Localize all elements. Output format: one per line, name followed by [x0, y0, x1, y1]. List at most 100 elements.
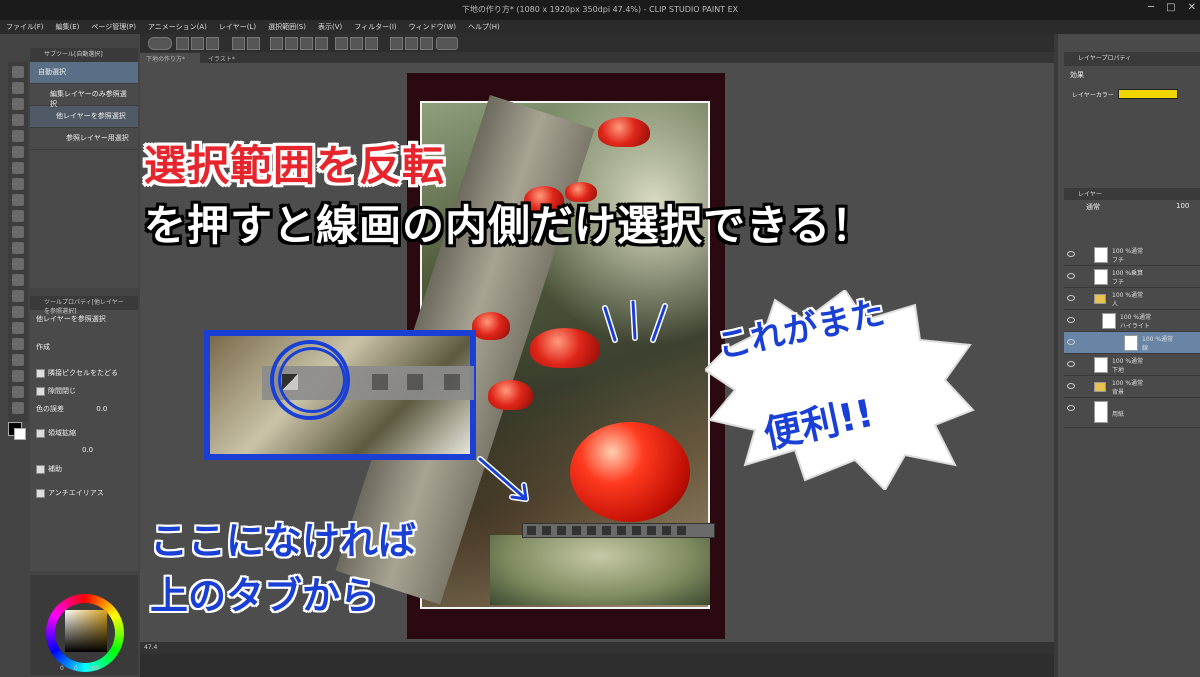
close-button[interactable]: ✕ — [1188, 2, 1196, 13]
menu-edit[interactable]: 編集(E) — [50, 20, 86, 34]
brush-tool-icon[interactable] — [12, 210, 24, 222]
crop-icon[interactable] — [315, 37, 328, 50]
layer-row[interactable]: 100 %通常 下地 — [1064, 354, 1200, 376]
blend-tool-icon[interactable] — [12, 274, 24, 286]
hand-tool-icon[interactable] — [12, 82, 24, 94]
gradient-tool-icon[interactable] — [12, 322, 24, 334]
minimize-button[interactable]: ─ — [1148, 2, 1154, 13]
expand-selection-mini-icon[interactable] — [557, 526, 566, 535]
menu-layer[interactable]: レイヤー(L) — [213, 20, 262, 34]
tolerance-value[interactable]: 0.0 — [96, 405, 107, 413]
transform-mini-icon[interactable] — [632, 526, 641, 535]
help-icon[interactable] — [436, 37, 458, 50]
maximize-button[interactable]: □ — [1166, 2, 1175, 13]
scale-icon[interactable] — [300, 37, 313, 50]
operation-tool-icon[interactable] — [12, 114, 24, 126]
tab-document-1[interactable]: 下地の作り方* — [140, 53, 200, 63]
operation-label: 作成 — [36, 343, 50, 351]
grid-mini-icon[interactable] — [662, 526, 671, 535]
menu-filter[interactable]: フィルター(I) — [348, 20, 402, 34]
subtool-item-auto-select[interactable]: 自動選択 — [30, 62, 138, 84]
auto-select-tool-icon[interactable] — [12, 146, 24, 158]
zoom-readout[interactable]: 47.4 — [144, 644, 157, 651]
layer-row[interactable]: 100 %乗算 フチ — [1064, 266, 1200, 288]
pencil-tool-icon[interactable] — [12, 194, 24, 206]
balloon-tool-icon[interactable] — [12, 386, 24, 398]
menu-selection[interactable]: 選択範囲(S) — [262, 20, 312, 34]
selection-tool-icon[interactable] — [12, 130, 24, 142]
deselect-mini-icon[interactable] — [527, 526, 536, 535]
clear-mini-icon[interactable] — [587, 526, 596, 535]
layer-folder-row[interactable]: 100 %通常 背景 — [1064, 376, 1200, 398]
layer-color-swatch[interactable] — [1118, 89, 1178, 99]
layer-row[interactable]: 100 %通常 フチ — [1064, 244, 1200, 266]
decoration-tool-icon[interactable] — [12, 242, 24, 254]
airbrush-tool-icon[interactable] — [12, 226, 24, 238]
deselect-icon[interactable] — [335, 37, 348, 50]
opacity-value[interactable]: 100 — [1176, 202, 1189, 210]
saturation-value-square[interactable] — [65, 610, 107, 652]
tab-document-2[interactable]: イラスト* — [202, 53, 262, 63]
menu-animation[interactable]: アニメーション(A) — [142, 20, 213, 34]
invert-selection-icon[interactable] — [350, 37, 363, 50]
correction-tool-icon[interactable] — [12, 402, 24, 414]
eye-icon[interactable] — [1067, 339, 1075, 345]
invert-selection-mini-icon[interactable] — [542, 526, 551, 535]
eye-icon[interactable] — [1067, 405, 1075, 411]
move-tool-icon[interactable] — [12, 98, 24, 110]
scale-mini-icon[interactable] — [647, 526, 656, 535]
layer-row[interactable]: 100 %通常 ハイライト — [1064, 310, 1200, 332]
transform-icon[interactable] — [285, 37, 298, 50]
sub-color-swatch[interactable] — [14, 428, 26, 440]
frame-tool-icon[interactable] — [12, 354, 24, 366]
eye-icon[interactable] — [1067, 317, 1075, 323]
ruler-tool-icon[interactable] — [12, 370, 24, 382]
eraser-tool-icon[interactable] — [12, 258, 24, 270]
fill-mini-icon[interactable] — [617, 526, 626, 535]
subtool-item-edit-layer-only[interactable]: 編集レイヤーのみ参照選択 — [30, 84, 138, 108]
pen-tool-icon[interactable] — [12, 178, 24, 190]
eyedropper-tool-icon[interactable] — [12, 162, 24, 174]
menu-view[interactable]: 表示(V) — [312, 20, 348, 34]
blend-mode-select[interactable]: 通常 — [1086, 202, 1100, 212]
close-gap-checkbox[interactable] — [36, 386, 45, 396]
clear-icon[interactable] — [270, 37, 283, 50]
menu-help[interactable]: ヘルプ(H) — [462, 20, 506, 34]
eye-icon[interactable] — [1067, 295, 1075, 301]
text-tool-icon[interactable] — [12, 306, 24, 318]
eye-icon[interactable] — [1067, 383, 1075, 389]
paper-layer-row[interactable]: 用紙 — [1064, 398, 1200, 428]
eye-icon[interactable] — [1067, 361, 1075, 367]
clip-studio-icon[interactable] — [148, 37, 172, 50]
layer-row-selected[interactable]: 100 %通常 線 — [1064, 332, 1200, 354]
expand-value[interactable]: 0.0 — [82, 446, 93, 454]
antialias-checkbox[interactable] — [36, 488, 45, 498]
menu-page[interactable]: ページ管理(P) — [85, 20, 142, 34]
settings-mini-icon[interactable] — [677, 526, 686, 535]
pointer-tool-icon[interactable] — [12, 66, 24, 78]
fill-tool-icon[interactable] — [12, 290, 24, 302]
snap-ruler-icon[interactable] — [390, 37, 403, 50]
redo-icon[interactable] — [247, 37, 260, 50]
menu-window[interactable]: ウィンドウ(W) — [403, 20, 462, 34]
subtool-item-refer-other-layers[interactable]: 他レイヤーを参照選択 — [30, 106, 138, 128]
eye-icon[interactable] — [1067, 273, 1075, 279]
undo-icon[interactable] — [232, 37, 245, 50]
show-selection-icon[interactable] — [365, 37, 378, 50]
assist-checkbox[interactable] — [36, 464, 45, 474]
eye-icon[interactable] — [1067, 251, 1075, 257]
follow-pixels-checkbox[interactable] — [36, 368, 45, 378]
subtool-item-reference-layer[interactable]: 参照レイヤー用選択 — [30, 128, 138, 150]
menu-file[interactable]: ファイル(F) — [0, 20, 50, 34]
save-icon[interactable] — [206, 37, 219, 50]
figure-tool-icon[interactable] — [12, 338, 24, 350]
expand-checkbox[interactable] — [36, 428, 45, 438]
layer-folder-row[interactable]: 100 %通常 人 — [1064, 288, 1200, 310]
clear-outside-mini-icon[interactable] — [602, 526, 611, 535]
new-file-icon[interactable] — [176, 37, 189, 50]
snap-grid-icon[interactable] — [420, 37, 433, 50]
snap-special-ruler-icon[interactable] — [405, 37, 418, 50]
saturation-value: 0 — [73, 665, 78, 672]
open-file-icon[interactable] — [191, 37, 204, 50]
shrink-selection-mini-icon[interactable] — [572, 526, 581, 535]
